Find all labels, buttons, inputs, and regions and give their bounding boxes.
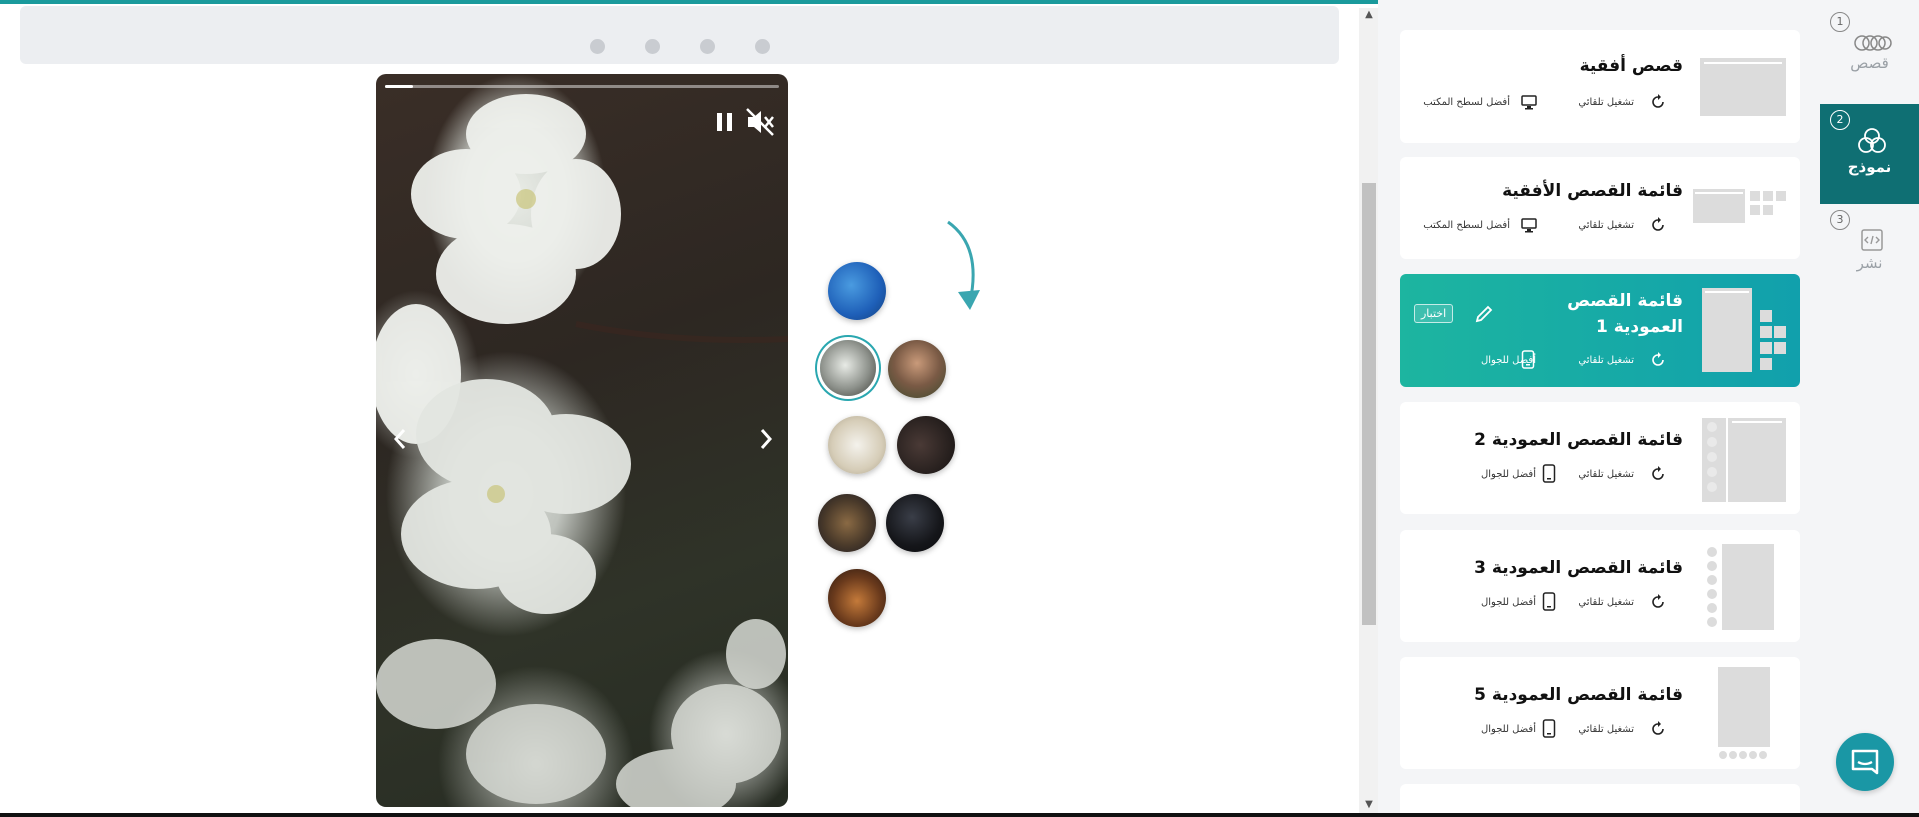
story-dots-panel — [20, 6, 1339, 64]
template-title: قائمة القصص الأفقية — [1502, 181, 1683, 201]
desktop-icon — [1521, 95, 1537, 110]
template-thumbnail — [1702, 288, 1786, 372]
template-card-vertical-list-3[interactable]: قائمة القصص العمودية 3 تشغيل تلقائي أفضل… — [1400, 530, 1800, 642]
story-bubble-selected[interactable] — [820, 340, 876, 396]
autoplay-label: تشغيل تلقائي — [1578, 355, 1634, 366]
best-for-label: أفضل للجوال — [1480, 597, 1536, 608]
step-number: 1 — [1830, 12, 1850, 32]
story-bubble[interactable] — [828, 262, 886, 320]
template-thumbnail — [1702, 418, 1786, 502]
template-thumbnail — [1700, 58, 1786, 116]
story-bubble[interactable] — [897, 416, 955, 474]
step-label: قصص — [1850, 54, 1889, 72]
step-number: 2 — [1830, 110, 1850, 130]
chat-button[interactable] — [1836, 733, 1894, 791]
step-number: 3 — [1830, 210, 1850, 230]
autoplay-label: تشغيل تلقائي — [1578, 597, 1634, 608]
template-thumbnail — [1693, 189, 1786, 223]
pagination-dot[interactable] — [590, 39, 605, 54]
pagination-dot[interactable] — [700, 39, 715, 54]
step-template[interactable]: 2 نموذج — [1820, 104, 1919, 204]
template-thumbnail — [1718, 667, 1770, 759]
pagination-dot[interactable] — [645, 39, 660, 54]
curved-arrow-icon — [947, 220, 980, 310]
autoplay-icon — [1652, 352, 1664, 366]
story-progress-fill — [385, 85, 413, 88]
mobile-icon — [1542, 592, 1556, 611]
template-title: قائمة القصص العمودية 3 — [1474, 558, 1683, 578]
chevron-right-icon[interactable] — [754, 424, 778, 454]
autoplay-label: تشغيل تلقائي — [1578, 469, 1634, 480]
flower-image — [376, 94, 788, 807]
autoplay-icon — [1652, 94, 1664, 108]
story-player[interactable] — [376, 74, 788, 807]
autoplay-label: تشغيل تلقائي — [1578, 724, 1634, 735]
template-title: قائمة القصص العمودية 5 — [1474, 685, 1683, 705]
template-title: قائمة القصص العمودية 1 — [1567, 291, 1683, 337]
template-card-vertical-list-2[interactable]: قائمة القصص العمودية 2 تشغيل تلقائي أفضل… — [1400, 402, 1800, 514]
template-card-next[interactable] — [1400, 784, 1800, 813]
best-for-label: أفضل لسطح المكتب — [1423, 220, 1510, 231]
best-for-label: أفضل للجوال — [1480, 469, 1536, 480]
chevron-left-icon[interactable] — [388, 424, 412, 454]
try-button[interactable]: اختبار — [1414, 304, 1454, 323]
template-thumbnail — [1707, 544, 1774, 630]
step-stories[interactable]: 1 قصص — [1820, 6, 1919, 106]
step-label: نشر — [1856, 254, 1883, 272]
desktop-icon — [1521, 218, 1537, 233]
story-bubble[interactable] — [828, 416, 886, 474]
pause-icon[interactable] — [714, 110, 736, 134]
story-bubble[interactable] — [818, 494, 876, 552]
story-bubble[interactable] — [886, 494, 944, 552]
story-progress-track — [385, 85, 779, 88]
autoplay-icon — [1652, 217, 1664, 231]
pagination-dot[interactable] — [755, 39, 770, 54]
autoplay-icon — [1652, 594, 1664, 608]
code-publish-icon — [1861, 229, 1883, 251]
mobile-icon — [1542, 464, 1556, 483]
volume-mute-icon[interactable] — [744, 106, 776, 138]
template-icon — [1858, 128, 1886, 153]
best-for-label: أفضل لسطح المكتب — [1423, 97, 1510, 108]
autoplay-icon — [1652, 721, 1664, 735]
step-publish[interactable]: 3 نشر — [1820, 204, 1919, 304]
scroll-up-icon[interactable]: ▲ — [1364, 10, 1374, 20]
story-bubble[interactable] — [888, 340, 946, 398]
template-card-vertical-list-1[interactable]: قائمة القصص العمودية 1 اختبار تشغيل تلقا… — [1400, 274, 1800, 387]
step-label: نموذج — [1847, 158, 1892, 176]
template-card-horizontal-stories[interactable]: قصص أفقية تشغيل تلقائي أفضل لسطح المكتب — [1400, 30, 1800, 143]
template-title: قصص أفقية — [1579, 56, 1683, 76]
autoplay-icon — [1652, 466, 1664, 480]
story-bubble[interactable] — [828, 569, 886, 627]
template-title: قائمة القصص العمودية 2 — [1474, 430, 1683, 450]
scroll-down-icon[interactable]: ▼ — [1364, 800, 1374, 810]
chat-icon — [1851, 749, 1879, 775]
scrollbar-thumb[interactable] — [1362, 183, 1376, 625]
autoplay-label: تشغيل تلقائي — [1578, 220, 1634, 231]
autoplay-label: تشغيل تلقائي — [1578, 97, 1634, 108]
best-for-label: أفضل للجوال — [1480, 724, 1536, 735]
bottom-bar — [0, 813, 1919, 817]
mobile-icon — [1542, 719, 1556, 738]
template-card-horizontal-list[interactable]: قائمة القصص الأفقية تشغيل تلقائي أفضل لس… — [1400, 157, 1800, 259]
pencil-edit-icon[interactable] — [1473, 303, 1495, 325]
template-card-vertical-list-5[interactable]: قائمة القصص العمودية 5 تشغيل تلقائي أفضل… — [1400, 657, 1800, 769]
best-for-label: أفضل للجوال — [1480, 355, 1536, 366]
